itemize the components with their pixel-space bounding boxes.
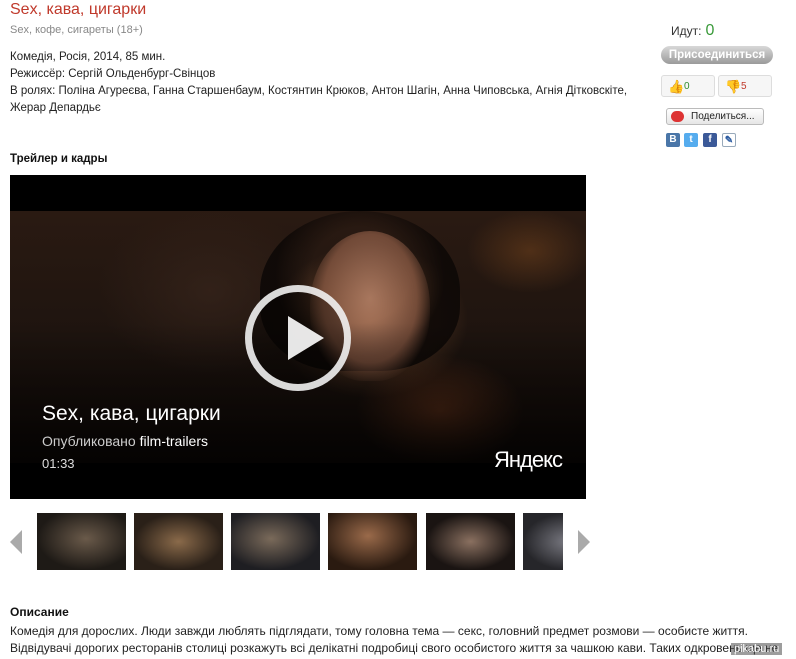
watermark: pikabu.ru	[731, 643, 783, 655]
movie-director: Режиссёр: Сергій Ольденбург-Свінцов	[10, 68, 216, 80]
publisher-link[interactable]: film-trailers	[140, 433, 208, 449]
edit-icon[interactable]: ✎	[722, 133, 736, 147]
movie-subtitle: Sex, кофе, сигареты (18+)	[10, 24, 143, 36]
share-button[interactable]: Поделиться...	[666, 108, 764, 125]
going-count: 0	[705, 22, 715, 39]
thumbs-up-icon: 👍	[668, 79, 685, 94]
thumbnail[interactable]	[134, 513, 223, 570]
video-player[interactable]: Sex, кава, цигарки Опубликовано film-tra…	[10, 175, 586, 499]
movie-meta: Комедія, Росія, 2014, 85 мин. Режиссёр: …	[10, 49, 660, 117]
twitter-icon[interactable]: t	[684, 133, 698, 147]
dislike-button[interactable]: 👎 5	[718, 75, 772, 97]
like-count: 0	[684, 81, 690, 92]
description-text: Комедія для дорослих. Люди завжди люблят…	[10, 624, 778, 659]
vk-icon[interactable]: В	[666, 133, 680, 147]
video-duration: 01:33	[42, 456, 75, 471]
thumbnail[interactable]	[426, 513, 515, 570]
thumbnail[interactable]	[328, 513, 417, 570]
video-publisher: Опубликовано film-trailers	[42, 433, 209, 449]
description-heading: Описание	[10, 605, 69, 619]
chevron-right-icon[interactable]	[578, 530, 590, 554]
movie-info-line: Комедія, Росія, 2014, 85 мин.	[10, 51, 166, 63]
join-button[interactable]: Присоединиться	[661, 46, 773, 64]
video-title[interactable]: Sex, кава, цигарки	[42, 402, 221, 426]
facebook-icon[interactable]: f	[703, 133, 717, 147]
play-icon[interactable]	[245, 285, 351, 391]
thumbs-down-icon: 👎	[725, 79, 742, 94]
yandex-logo[interactable]: Яндекс	[494, 447, 563, 473]
movie-cast: В ролях: Поліна Агуреєва, Ганна Старшенб…	[10, 85, 628, 114]
dislike-count: 5	[741, 81, 747, 92]
thumbnail[interactable]	[523, 513, 563, 570]
thumbnail-strip	[37, 513, 563, 570]
share-icon	[671, 111, 684, 122]
thumbnail[interactable]	[231, 513, 320, 570]
movie-title: Sex, кава, цигарки	[10, 1, 147, 18]
thumbnail[interactable]	[37, 513, 126, 570]
going-counter: Идут: 0	[671, 22, 715, 39]
trailer-section-title: Трейлер и кадры	[10, 153, 108, 165]
like-button[interactable]: 👍 0	[661, 75, 715, 97]
chevron-left-icon[interactable]	[10, 530, 22, 554]
